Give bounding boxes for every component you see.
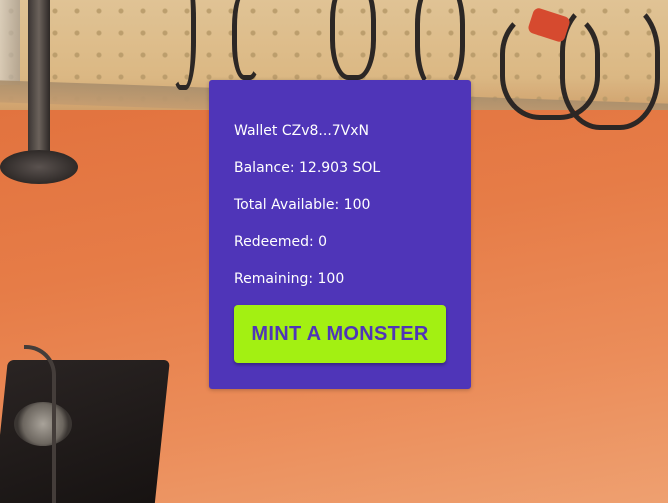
background-cable [415, 0, 465, 90]
background-pole [28, 0, 50, 170]
balance-text: Balance: 12.903 SOL [234, 160, 381, 176]
remaining-text: Remaining: 100 [234, 271, 345, 287]
background-cable [560, 0, 660, 130]
background-cable [232, 0, 262, 80]
background-cable [170, 0, 196, 90]
wallet-address: Wallet CZv8...7VxN [234, 123, 370, 139]
page-background: Wallet CZv8...7VxN Balance: 12.903 SOL T… [0, 0, 668, 503]
redeemed-text: Redeemed: 0 [234, 234, 328, 250]
background-pole-base [0, 150, 78, 184]
background-cable [24, 345, 56, 503]
background-cable [330, 0, 376, 80]
mint-button[interactable]: MINT A MONSTER [234, 305, 446, 363]
background-object [0, 0, 20, 85]
mint-panel: Wallet CZv8...7VxN Balance: 12.903 SOL T… [209, 80, 471, 389]
total-available-text: Total Available: 100 [234, 197, 371, 213]
